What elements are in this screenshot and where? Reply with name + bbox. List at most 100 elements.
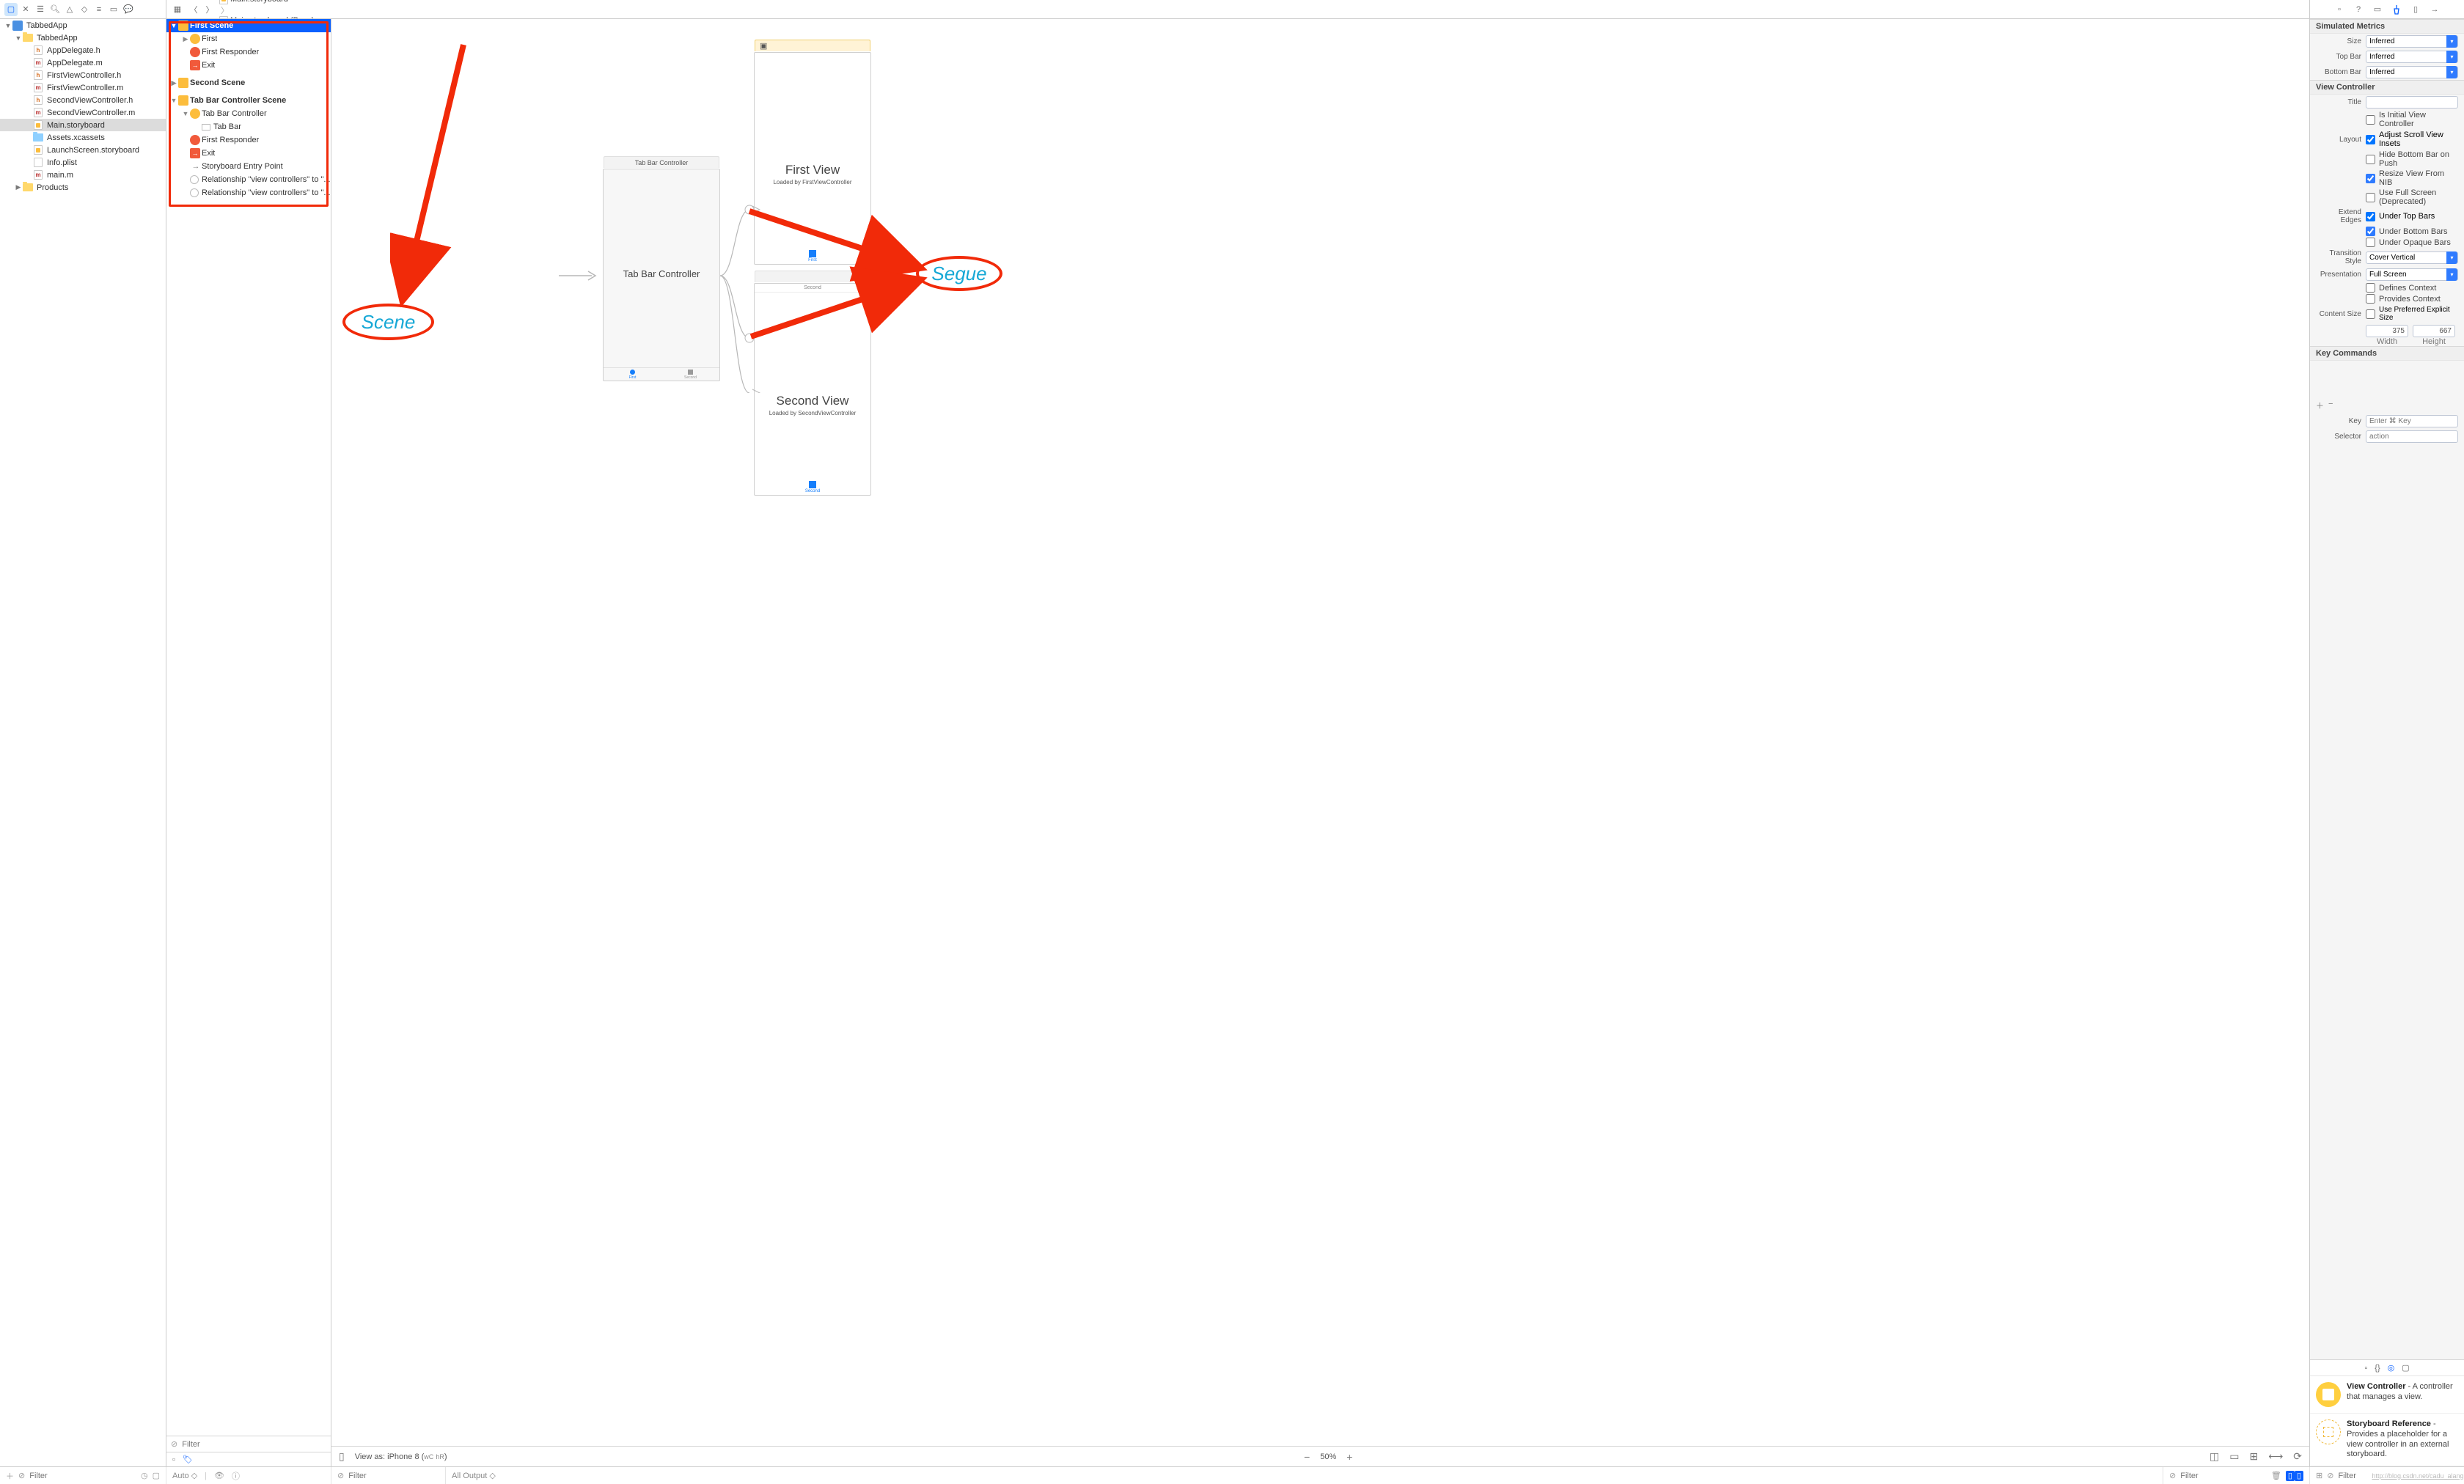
doc-icon[interactable]: ▫ [172,1455,175,1464]
under-opaque-checkbox[interactable] [2366,238,2375,247]
recent-filter-icon[interactable]: ◷ [141,1471,148,1480]
outline-row[interactable]: ▼Tab Bar Controller [166,107,331,120]
breakpoint-navigator-icon[interactable]: ▭ [107,3,120,16]
file-row[interactable]: mmain.m [0,169,166,181]
back-icon[interactable]: 〈 [187,3,200,16]
debug-navigator-icon[interactable]: ≡ [92,3,106,16]
identity-inspector-icon[interactable]: ▭ [2371,3,2384,16]
navigator-filter-input[interactable] [29,1472,136,1480]
outline-row[interactable]: ▶First [166,32,331,45]
pin-icon[interactable]: ⊞ [2249,1450,2258,1463]
issue-navigator-icon[interactable]: △ [63,3,76,16]
file-row[interactable]: Info.plist [0,156,166,169]
grid-list-toggle-icon[interactable]: ⊞ [2316,1471,2322,1480]
hide-outline-icon[interactable]: ▯ [339,1450,345,1463]
embed-icon[interactable]: ◫ [2210,1450,2219,1463]
eye-icon[interactable]: 👁 [214,1471,224,1480]
under-top-checkbox[interactable] [2366,212,2375,221]
use-preferred-checkbox[interactable] [2366,309,2375,319]
file-row[interactable]: LaunchScreen.storyboard [0,144,166,156]
add-keycommand-button[interactable]: ＋ [2316,400,2324,411]
lib-media-icon[interactable]: ▢ [2402,1363,2409,1373]
view-as-label[interactable]: View as: iPhone 8 (wC hR) [355,1452,447,1461]
second-view-scene[interactable]: Second Second View Loaded by SecondViewC… [754,283,871,496]
align-icon[interactable]: ▭ [2229,1450,2239,1463]
outline-row[interactable]: →Exit [166,147,331,160]
is-initial-checkbox[interactable] [2366,115,2375,125]
add-target-icon[interactable]: ＋ [6,1470,14,1482]
outline-row[interactable]: →Storyboard Entry Point [166,160,331,173]
outline-row[interactable]: ▶Second Scene [166,76,331,89]
bottombar-select[interactable]: Inferred [2366,66,2458,78]
file-row[interactable]: ▼TabbedApp [0,32,166,44]
outline-row[interactable]: Relationship "view controllers" to "... [166,186,331,199]
outline-row[interactable]: First Responder [166,45,331,59]
file-row[interactable]: hSecondViewController.h [0,94,166,106]
remove-keycommand-button[interactable]: − [2328,400,2333,411]
under-bottom-checkbox[interactable] [2366,227,2375,236]
outline-row[interactable]: ▼Tab Bar Controller Scene [166,94,331,107]
project-navigator-icon[interactable]: ▢ [4,3,18,16]
connections-inspector-icon[interactable]: → [2428,3,2441,16]
debug-panes-toggle[interactable]: ▯▯ [2286,1471,2303,1480]
library-filter-input[interactable] [2338,1472,2367,1480]
library-item-storyboardref[interactable]: Storyboard Reference - Provides a placeh… [2310,1414,2464,1466]
file-inspector-icon[interactable]: ▫ [2333,3,2346,16]
breadcrumb-item[interactable]: Main.storyboard [219,0,314,4]
related-items-icon[interactable]: ▦ [171,3,184,16]
lib-file-templates-icon[interactable]: ▫ [2364,1364,2367,1373]
find-navigator-icon[interactable]: 🔍︎ [48,3,62,16]
resize-nib-checkbox[interactable] [2366,174,2375,183]
outline-row[interactable]: Relationship "view controllers" to "... [166,173,331,186]
file-row[interactable]: Assets.xcassets [0,131,166,144]
trash-icon[interactable]: 🗑 [2271,1471,2281,1480]
print-desc-icon[interactable]: ⓘ [232,1470,240,1482]
variables-filter-input[interactable] [348,1472,452,1480]
file-row[interactable]: hFirstViewController.h [0,69,166,81]
outline-row[interactable]: →Exit [166,59,331,72]
source-control-navigator-icon[interactable]: ✕ [19,3,32,16]
symbol-navigator-icon[interactable]: ☰ [34,3,47,16]
outline-row[interactable]: ▼First Scene [166,19,331,32]
outline-row[interactable]: First Responder [166,133,331,147]
transition-select[interactable]: Cover Vertical [2366,251,2458,264]
forward-icon[interactable]: 〉 [203,3,216,16]
resolve-icon[interactable]: ⟷ [2268,1450,2283,1463]
console-filter-input[interactable] [2180,1472,2267,1480]
outline-row[interactable]: Tab Bar [166,120,331,133]
attributes-inspector-icon[interactable] [2390,3,2403,16]
selector-input[interactable] [2366,430,2458,443]
provides-context-checkbox[interactable] [2366,294,2375,304]
adjust-scroll-checkbox[interactable] [2366,135,2375,144]
size-select[interactable]: Inferred [2366,35,2458,48]
first-view-scene[interactable]: ▣ First View Loaded by FirstViewControll… [754,52,871,265]
tab-bar-controller-scene[interactable]: Tab Bar Controller Tab Bar Controller Fi… [603,169,720,381]
help-inspector-icon[interactable]: ? [2352,3,2365,16]
vc-title-input[interactable] [2366,96,2458,109]
library-item-viewcontroller[interactable]: View Controller - A controller that mana… [2310,1376,2464,1414]
outline-filter-input[interactable] [182,1440,326,1449]
key-input[interactable] [2366,415,2458,427]
test-navigator-icon[interactable]: ◇ [78,3,91,16]
scm-filter-icon[interactable]: ▢ [153,1471,160,1480]
defines-context-checkbox[interactable] [2366,283,2375,293]
auto-menu[interactable]: Auto ◇ [172,1471,197,1480]
content-width-input[interactable] [2366,325,2408,337]
zoom-out-icon[interactable]: − [1304,1451,1310,1463]
size-inspector-icon[interactable]: ▯ [2409,3,2422,16]
file-row[interactable]: hAppDelegate.h [0,44,166,56]
tab-bar[interactable]: First Second [604,367,719,381]
report-navigator-icon[interactable]: 💬 [122,3,135,16]
lib-objects-icon[interactable]: ◎ [2388,1363,2395,1373]
topbar-select[interactable]: Inferred [2366,51,2458,63]
content-height-input[interactable] [2413,325,2455,337]
update-frames-icon[interactable]: ⟳ [2293,1450,2302,1463]
full-screen-dep-checkbox[interactable] [2366,193,2375,202]
zoom-in-icon[interactable]: + [1346,1451,1352,1463]
file-row[interactable]: Main.storyboard [0,119,166,131]
all-output-menu[interactable]: All Output ◇ [452,1471,496,1480]
presentation-select[interactable]: Full Screen [2366,268,2458,281]
lib-code-snippets-icon[interactable]: {} [2375,1364,2380,1373]
hide-bottom-checkbox[interactable] [2366,155,2375,164]
file-row[interactable]: ▶Products [0,181,166,194]
